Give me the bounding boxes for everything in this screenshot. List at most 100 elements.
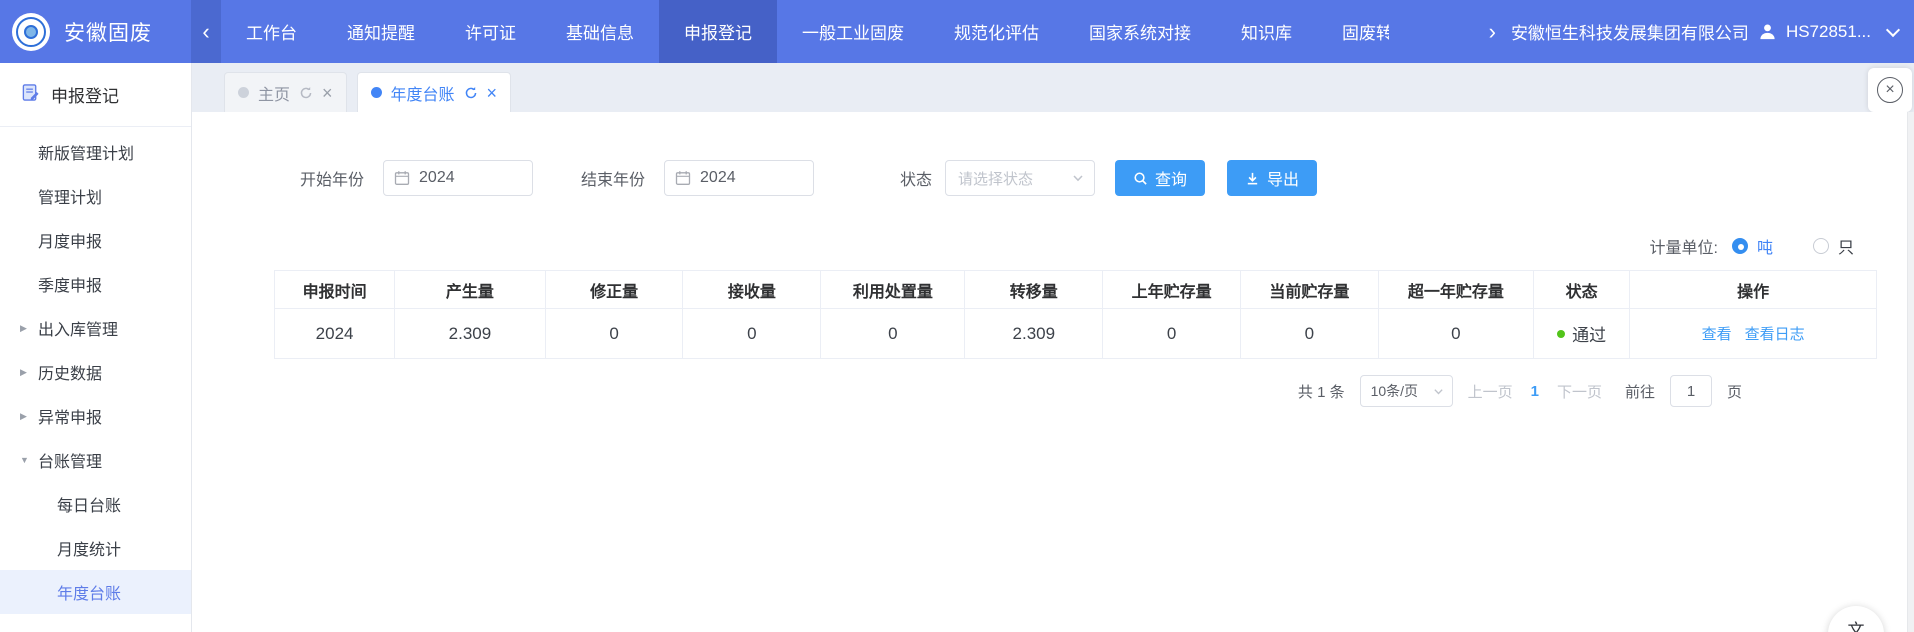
pagination: 共 1 条 10条/页 上一页 1 下一页 前往 页 <box>192 375 1914 407</box>
caret-collapsed-icon: ▶ <box>20 411 27 422</box>
sidebar-item-annual-ledger[interactable]: 年度台账 <box>0 570 191 614</box>
prev-page-button[interactable]: 上一页 <box>1468 381 1513 402</box>
sidebar-collapse-button[interactable]: ‹ <box>191 0 221 63</box>
nav-item-standardization-assessment[interactable]: 规范化评估 <box>929 0 1064 63</box>
status-placeholder: 请选择状态 <box>958 168 1033 189</box>
nav-item-declaration[interactable]: 申报登记 <box>659 0 777 63</box>
end-year-value: 2024 <box>700 169 736 187</box>
current-page[interactable]: 1 <box>1528 383 1542 400</box>
start-year-value: 2024 <box>419 169 455 187</box>
next-page-button[interactable]: 下一页 <box>1557 381 1602 402</box>
app-title: 安徽固废 <box>64 17 152 47</box>
nav-item-license[interactable]: 许可证 <box>440 0 541 63</box>
unit-radio-ton[interactable]: 吨 <box>1732 234 1773 258</box>
radio-unselected-icon <box>1813 238 1829 254</box>
page-size-select[interactable]: 10条/页 <box>1360 375 1453 407</box>
tab-label: 年度台账 <box>391 81 455 105</box>
download-icon <box>1245 171 1260 186</box>
end-year-input[interactable]: 2024 <box>664 160 814 196</box>
unit-label: 计量单位: <box>1650 234 1718 258</box>
navbar-right: › 安徽恒生科技发展集团有限公司 HS72851... <box>1489 0 1914 63</box>
sidebar-item-inout-warehouse[interactable]: ▶出入库管理 <box>0 306 191 350</box>
unit-radio-piece[interactable]: 只 <box>1813 234 1854 258</box>
sidebar-item-management-plan[interactable]: 管理计划 <box>0 174 191 218</box>
sidebar-item-ledger-management[interactable]: ▼台账管理 <box>0 438 191 482</box>
app-logo-icon <box>12 13 50 51</box>
circled-close-icon: × <box>1877 77 1903 103</box>
column-header: 状态 <box>1534 271 1630 309</box>
sidebar-item-new-management-plan[interactable]: 新版管理计划 <box>0 130 191 174</box>
user-icon <box>1758 22 1777 41</box>
tab-status-dot <box>371 87 382 98</box>
cell-declare-time: 2024 <box>275 309 395 359</box>
sidebar-item-abnormal-declaration[interactable]: ▶异常申报 <box>0 394 191 438</box>
chevron-left-icon: ‹ <box>202 19 209 45</box>
nav-item-basic-info[interactable]: 基础信息 <box>541 0 659 63</box>
calendar-icon <box>675 170 691 186</box>
company-name: 安徽恒生科技发展集团有限公司 <box>1511 19 1749 44</box>
column-header: 利用处置量 <box>821 271 965 309</box>
sidebar-item-monthly-statistics[interactable]: 月度统计 <box>0 526 191 570</box>
nav-item-workbench[interactable]: 工作台 <box>221 0 322 63</box>
export-button[interactable]: 导出 <box>1227 160 1317 196</box>
goto-label: 前往 <box>1625 381 1655 402</box>
refresh-icon[interactable] <box>464 86 478 100</box>
scrollbar-track[interactable] <box>1907 112 1914 632</box>
start-year-input[interactable]: 2024 <box>383 160 533 196</box>
refresh-icon[interactable] <box>299 86 313 100</box>
close-icon[interactable]: × <box>322 84 333 102</box>
nav-item-national-system[interactable]: 国家系统对接 <box>1064 0 1216 63</box>
search-icon <box>1133 171 1148 186</box>
status-text: 通过 <box>1572 321 1606 346</box>
user-id: HS72851... <box>1786 22 1871 42</box>
column-header: 转移量 <box>965 271 1103 309</box>
close-icon[interactable]: × <box>487 84 498 102</box>
tab-annual-ledger[interactable]: 年度台账 × <box>357 72 512 112</box>
nav-item-waste-transfer[interactable]: 固废转 <box>1317 0 1389 63</box>
main-content: 开始年份 2024 结束年份 2024 状态 请选择状态 <box>192 112 1914 632</box>
main-menu: 工作台 通知提醒 许可证 基础信息 申报登记 一般工业固废 规范化评估 国家系统… <box>221 0 1389 63</box>
goto-unit-label: 页 <box>1727 381 1742 402</box>
tab-strip: 主页 × 年度台账 × × <box>192 63 1914 112</box>
tab-home[interactable]: 主页 × <box>224 72 347 112</box>
nav-item-notifications[interactable]: 通知提醒 <box>322 0 440 63</box>
sidebar-item-daily-ledger[interactable]: 每日台账 <box>0 482 191 526</box>
column-header: 申报时间 <box>275 271 395 309</box>
table-row: 2024 2.309 0 0 0 2.309 0 0 0 通过 查看 <box>275 309 1877 359</box>
cell-utilized: 0 <box>821 309 965 359</box>
close-all-tabs-button[interactable]: × <box>1868 68 1912 112</box>
tab-label: 主页 <box>258 81 290 105</box>
sidebar-item-quarterly-declaration[interactable]: 季度申报 <box>0 262 191 306</box>
nav-overflow-right-icon[interactable]: › <box>1489 19 1496 45</box>
annual-ledger-table: 申报时间 产生量 修正量 接收量 利用处置量 转移量 上年贮存量 当前贮存量 超… <box>274 270 1877 359</box>
translate-icon: 文 <box>1848 616 1865 632</box>
cell-transferred: 2.309 <box>965 309 1103 359</box>
sidebar-item-historical-data[interactable]: ▶历史数据 <box>0 350 191 394</box>
chevron-down-icon[interactable] <box>1886 22 1900 36</box>
column-header: 上年贮存量 <box>1103 271 1241 309</box>
sidebar-menu: 新版管理计划 管理计划 月度申报 季度申报 ▶出入库管理 ▶历史数据 ▶异常申报… <box>0 127 191 614</box>
goto-page-input[interactable] <box>1670 375 1712 407</box>
top-navbar: 安徽固废 ‹ 工作台 通知提醒 许可证 基础信息 申报登记 一般工业固废 规范化… <box>0 0 1914 63</box>
caret-expanded-icon: ▼ <box>20 455 29 465</box>
unit-selector-row: 计量单位: 吨 只 <box>192 234 1914 258</box>
cell-status: 通过 <box>1534 309 1630 359</box>
nav-item-general-industrial-waste[interactable]: 一般工业固废 <box>777 0 929 63</box>
start-year-label: 开始年份 <box>300 166 364 190</box>
end-year-label: 结束年份 <box>581 166 645 190</box>
nav-item-knowledge-base[interactable]: 知识库 <box>1216 0 1317 63</box>
search-button[interactable]: 查询 <box>1115 160 1205 196</box>
column-header: 操作 <box>1630 271 1877 309</box>
cell-over-one-year-storage: 0 <box>1378 309 1533 359</box>
status-select[interactable]: 请选择状态 <box>945 160 1095 196</box>
brand: 安徽固废 <box>0 0 191 63</box>
declaration-doc-icon <box>21 83 40 107</box>
sidebar: 申报登记 新版管理计划 管理计划 月度申报 季度申报 ▶出入库管理 ▶历史数据 … <box>0 63 192 632</box>
column-header: 修正量 <box>545 271 683 309</box>
sidebar-item-monthly-declaration[interactable]: 月度申报 <box>0 218 191 262</box>
status-dot-green <box>1557 330 1565 338</box>
view-link[interactable]: 查看 <box>1702 323 1732 344</box>
view-log-link[interactable]: 查看日志 <box>1745 323 1805 344</box>
caret-collapsed-icon: ▶ <box>20 323 27 334</box>
calendar-icon <box>394 170 410 186</box>
